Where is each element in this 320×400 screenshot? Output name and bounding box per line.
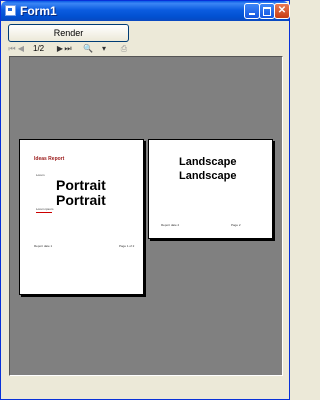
- preview-page-landscape: Landscape Landscape Report date 2 Page 2: [148, 139, 273, 239]
- portrait-title-line-1: Portrait: [56, 177, 106, 193]
- title-bar[interactable]: Form1 ✕: [1, 1, 290, 21]
- zoom-icon[interactable]: 🔍: [82, 43, 94, 55]
- render-button[interactable]: Render: [8, 24, 129, 42]
- prev-page-icon[interactable]: ◀: [17, 43, 25, 55]
- maximize-icon: [263, 7, 271, 16]
- print-preview-area[interactable]: Ideas Report Lorem Lorem ipsum Portrait …: [9, 56, 283, 376]
- first-page-icon[interactable]: ⏮: [8, 43, 16, 55]
- zoom-dropdown-icon[interactable]: ▾: [100, 43, 108, 55]
- minimize-button[interactable]: [244, 3, 260, 19]
- app-icon[interactable]: [5, 5, 16, 16]
- portrait-footer-left: Report date 1: [34, 244, 53, 248]
- maximize-button[interactable]: [259, 3, 275, 19]
- next-page-icon[interactable]: ▶: [56, 43, 64, 55]
- close-icon: ✕: [277, 5, 287, 16]
- landscape-title-line-2: Landscape: [179, 170, 237, 182]
- red-underline: [36, 212, 52, 213]
- last-page-icon[interactable]: ⏭: [64, 43, 72, 55]
- landscape-footer-left: Report date 2: [161, 223, 180, 227]
- print-icon[interactable]: ⎙: [118, 43, 130, 55]
- landscape-title-line-1: Landscape: [179, 156, 237, 168]
- preview-page-portrait: Ideas Report Lorem Lorem ipsum Portrait …: [19, 139, 144, 295]
- preview-toolbar: ⏮ ◀ 1/2 ▶ ⏭ 🔍 ▾ ⎙: [8, 43, 284, 55]
- page-indicator[interactable]: 1/2: [33, 43, 44, 55]
- window-title: Form1: [20, 4, 57, 18]
- small-text-mid: Lorem ipsum: [36, 207, 54, 211]
- close-button[interactable]: ✕: [274, 3, 290, 19]
- portrait-footer-right: Page 1 of 2: [119, 244, 135, 248]
- minimize-icon: [249, 13, 255, 15]
- report-header: Ideas Report: [34, 156, 65, 162]
- landscape-footer-right: Page 2: [231, 223, 241, 227]
- portrait-title-line-2: Portrait: [56, 192, 106, 208]
- small-text-top: Lorem: [36, 173, 45, 177]
- app-window: Form1 ✕ Render ⏮ ◀ 1/2 ▶ ⏭ 🔍 ▾ ⎙ Ideas R…: [0, 0, 290, 400]
